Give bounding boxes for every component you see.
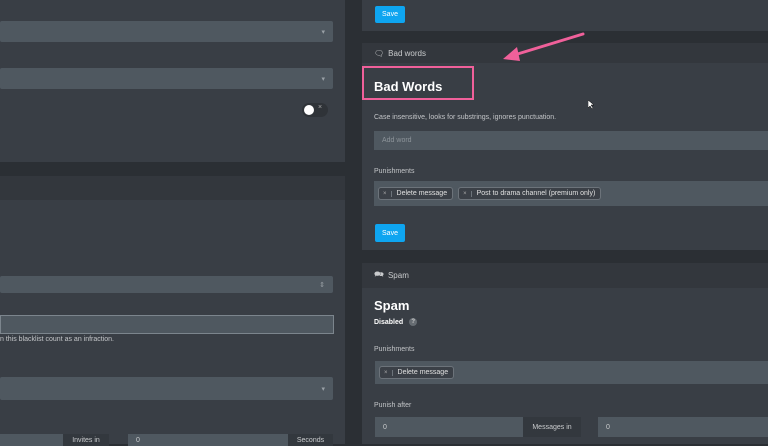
- punish-after-label: Punish after: [374, 402, 412, 409]
- toggle-knob: [304, 105, 314, 115]
- punishment-tag: × Post to drama channel (premium only): [458, 187, 602, 200]
- annotation-arrow: [503, 32, 585, 61]
- chat-bubble-icon: 🗨: [374, 48, 385, 58]
- toggle-switch[interactable]: ×: [302, 103, 328, 117]
- bad-words-card: Bad Words Case insensitive, looks for su…: [362, 63, 768, 250]
- spam-header-label: Spam: [387, 271, 409, 280]
- sort-icon: ⇕: [319, 281, 325, 289]
- messages-addon: Messages in: [523, 417, 581, 437]
- punishment-tag: × Delete message: [379, 366, 455, 379]
- left-settings-card: ▾ ▾ ×: [0, 0, 345, 162]
- messages-input[interactable]: 0: [375, 417, 523, 437]
- spam-status-label: Disabled: [374, 318, 404, 326]
- left-select-2[interactable]: ▾: [0, 68, 333, 89]
- add-word-input[interactable]: Add word: [374, 131, 768, 150]
- spam-status: Disabled ?: [374, 318, 418, 326]
- chat-bubbles-icon: 🗪: [374, 269, 384, 279]
- spam-seconds-input[interactable]: 0: [598, 417, 768, 437]
- remove-tag-icon[interactable]: ×: [379, 190, 392, 197]
- left-select-1[interactable]: ▾: [0, 21, 333, 42]
- blacklist-input[interactable]: [0, 315, 334, 334]
- invites-input[interactable]: [0, 434, 63, 446]
- top-card: Save: [362, 0, 768, 31]
- left-select-3[interactable]: ⇕: [0, 276, 333, 293]
- close-icon: ×: [318, 104, 323, 111]
- left-seconds-input[interactable]: 0: [128, 434, 288, 446]
- spam-title: Spam: [374, 298, 410, 313]
- left-select-4[interactable]: ▾: [0, 377, 333, 400]
- bad-words-description: Case insensitive, looks for substrings, …: [374, 114, 557, 121]
- bad-words-header-label: Bad words: [388, 48, 426, 58]
- bad-words-punishments-select[interactable]: × Delete message × Post to drama channel (…: [374, 181, 768, 206]
- punishment-tag: × Delete message: [378, 187, 454, 200]
- bad-words-punishments-label: Punishments: [374, 168, 415, 175]
- mouse-cursor-icon: [588, 100, 595, 110]
- save-button[interactable]: Save: [375, 6, 405, 23]
- left-blacklist-card: ⇕ n this blacklist count as an infractio…: [0, 200, 345, 446]
- remove-tag-icon[interactable]: ×: [380, 369, 393, 376]
- spam-punishments-select[interactable]: × Delete message: [375, 361, 768, 384]
- highlight-box: [362, 66, 474, 100]
- blacklist-help-text: n this blacklist count as an infraction.: [0, 336, 115, 343]
- chevron-down-icon: ▾: [321, 28, 325, 36]
- spam-header: 🗪 Spam: [362, 263, 768, 288]
- remove-tag-icon[interactable]: ×: [459, 190, 472, 197]
- left-seconds-addon: Seconds: [288, 434, 333, 446]
- spam-card: Spam Disabled ? Punishments × Delete mess…: [362, 288, 768, 444]
- left-section-header: [0, 176, 345, 200]
- invites-addon: Invites in: [63, 434, 109, 446]
- spam-punishments-label: Punishments: [374, 346, 415, 353]
- bad-words-save-button[interactable]: Save: [375, 224, 405, 242]
- chevron-down-icon: ▾: [321, 385, 325, 393]
- chevron-down-icon: ▾: [321, 75, 325, 83]
- help-icon[interactable]: ?: [409, 318, 418, 326]
